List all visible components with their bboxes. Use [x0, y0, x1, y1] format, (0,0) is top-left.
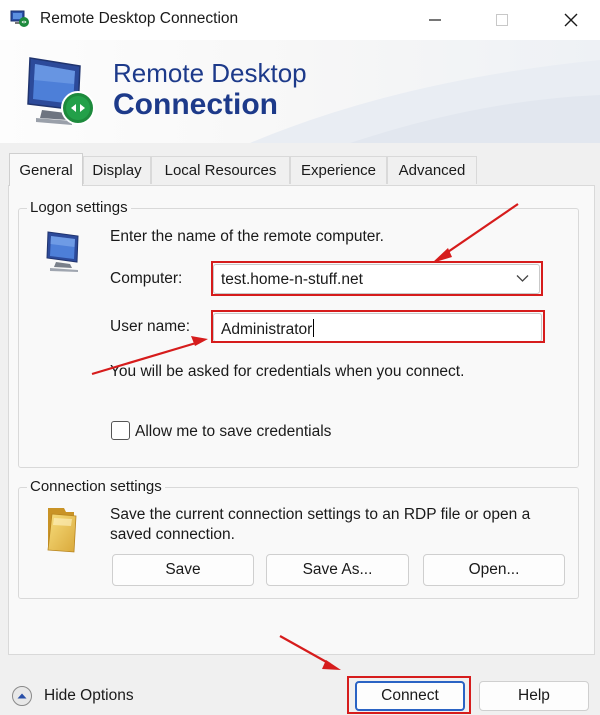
computer-combobox[interactable]: test.home-n-stuff.net [213, 264, 540, 294]
help-button[interactable]: Help [479, 681, 589, 711]
save-credentials-checkbox[interactable] [111, 421, 130, 440]
connection-settings-label: Connection settings [27, 478, 165, 495]
maximize-button[interactable] [479, 0, 525, 40]
folder-icon [47, 508, 77, 553]
tab-general[interactable]: General [9, 153, 83, 186]
rdp-monitor-icon [27, 57, 95, 125]
computer-value: test.home-n-stuff.net [221, 271, 363, 288]
computer-icon [46, 231, 79, 272]
tab-experience[interactable]: Experience [290, 156, 387, 184]
tab-advanced[interactable]: Advanced [387, 156, 477, 184]
save-as-button[interactable]: Save As... [266, 554, 409, 586]
close-button[interactable] [548, 0, 594, 40]
connect-button[interactable]: Connect [355, 681, 465, 711]
save-credentials-label[interactable]: Allow me to save credentials [135, 423, 331, 441]
rdp-app-icon [10, 10, 29, 27]
username-label: User name: [110, 318, 191, 335]
logon-instruction: Enter the name of the remote computer. [110, 228, 384, 245]
minimize-button[interactable] [412, 0, 458, 40]
banner: Remote Desktop Connection [0, 40, 600, 143]
connection-description: Save the current connection settings to … [110, 506, 531, 543]
username-field[interactable]: Administrator [213, 313, 542, 342]
logon-settings-label: Logon settings [27, 199, 131, 216]
username-value: Administrator [221, 321, 313, 338]
text-caret [313, 319, 315, 337]
arrow-to-connect-head [322, 660, 341, 670]
save-button[interactable]: Save [112, 554, 254, 586]
chevron-up-icon[interactable] [11, 685, 33, 707]
computer-label: Computer: [110, 270, 183, 287]
minimize-icon [429, 19, 441, 21]
tab-display[interactable]: Display [83, 156, 151, 184]
title-bar: Remote Desktop Connection [0, 0, 600, 40]
hide-options-link[interactable]: Hide Options [44, 687, 134, 705]
open-button[interactable]: Open... [423, 554, 565, 586]
maximize-icon [496, 14, 508, 26]
banner-title-line1: Remote Desktop [113, 58, 307, 88]
close-icon [564, 13, 578, 27]
tab-local-resources[interactable]: Local Resources [151, 156, 290, 184]
banner-title-line2: Connection [113, 88, 278, 121]
chevron-down-icon[interactable] [516, 274, 529, 283]
window-title: Remote Desktop Connection [40, 10, 239, 27]
credentials-note: You will be asked for credentials when y… [110, 363, 465, 380]
